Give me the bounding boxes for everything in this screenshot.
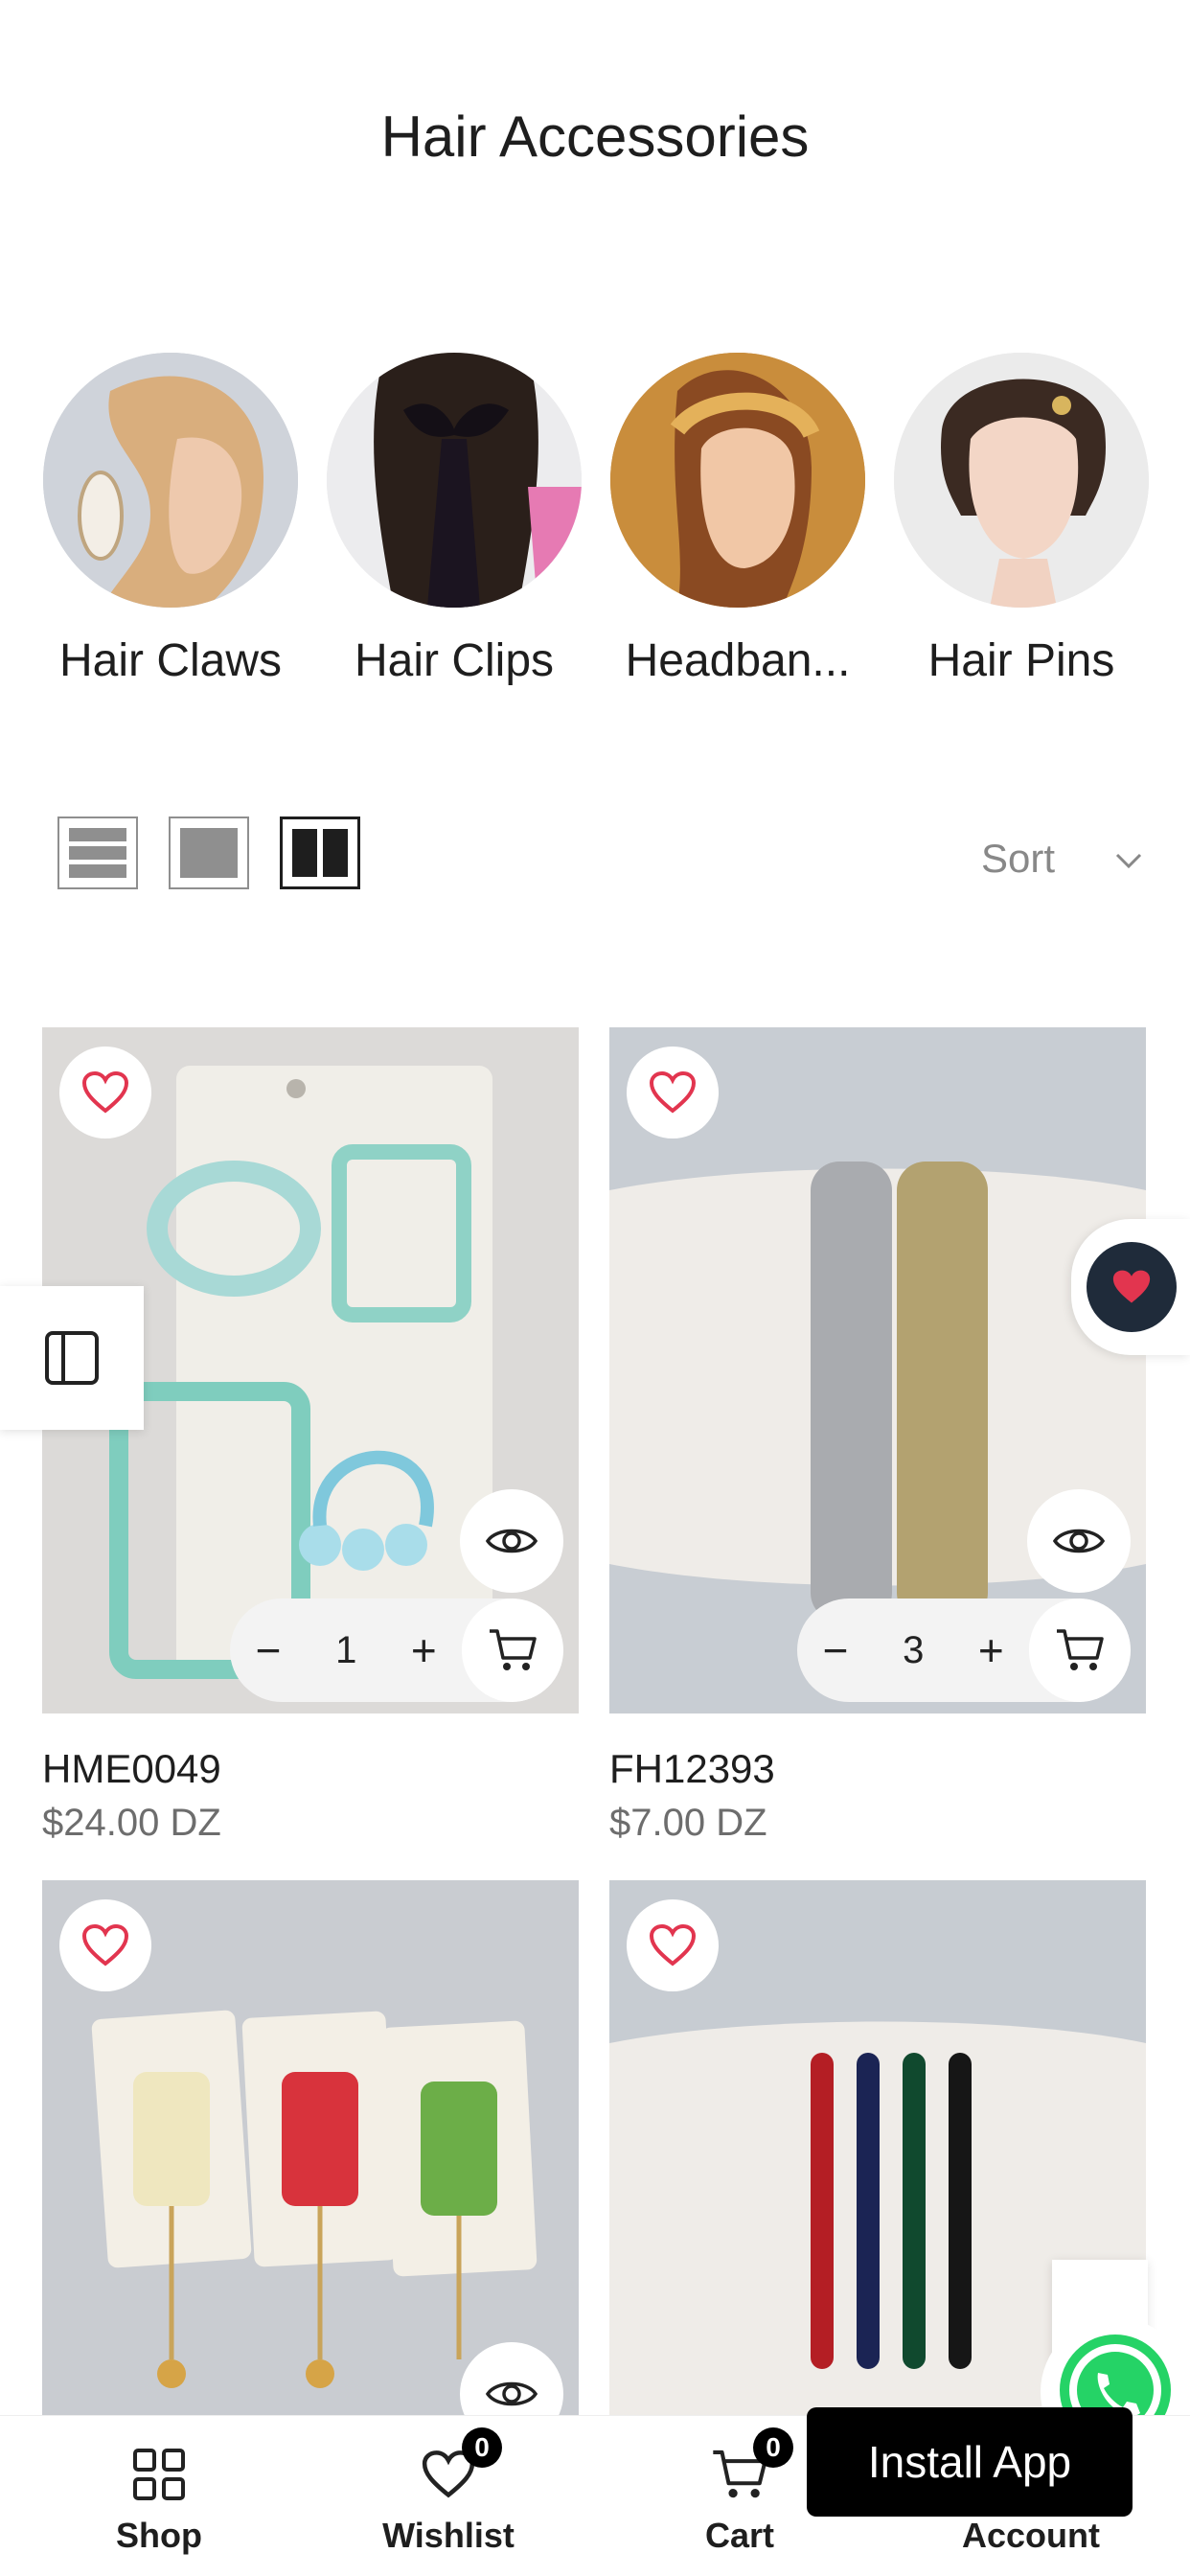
grid-1-view-button[interactable] bbox=[169, 816, 249, 889]
quantity-value: 3 bbox=[903, 1628, 925, 1671]
nav-cart-label: Cart bbox=[704, 2516, 775, 2555]
increase-quantity-button[interactable]: + bbox=[385, 1598, 462, 1702]
product-price: $24.00 DZ bbox=[42, 1802, 221, 1844]
sort-dropdown[interactable]: Sort bbox=[981, 836, 1055, 882]
product-image[interactable]: − 3 + bbox=[609, 1027, 1146, 1714]
add-to-cart-button[interactable] bbox=[1029, 1598, 1131, 1702]
wishlist-heart-button[interactable] bbox=[627, 1899, 719, 1991]
wishlist-heart-button[interactable] bbox=[627, 1046, 719, 1138]
product-name[interactable]: FH12393 bbox=[609, 1746, 1146, 1792]
grid-2-view-button[interactable] bbox=[280, 816, 360, 889]
page-title: Hair Accessories bbox=[380, 104, 810, 169]
wishlist-count-badge: 0 bbox=[462, 2427, 502, 2468]
nav-wishlist-label: Wishlist bbox=[382, 2516, 515, 2555]
category-hair-pins[interactable]: Hair Pins bbox=[878, 353, 1165, 687]
product-name[interactable]: HME0049 bbox=[42, 1746, 579, 1792]
floating-wishlist-button[interactable] bbox=[1087, 1242, 1177, 1332]
nav-shop-label: Shop bbox=[116, 2516, 202, 2555]
two-column-icon bbox=[292, 829, 348, 877]
category-label: Hair Pins bbox=[927, 635, 1115, 686]
heart-filled-icon bbox=[1112, 1270, 1151, 1303]
sidebar-icon bbox=[45, 1331, 99, 1385]
heart-icon bbox=[81, 1923, 129, 1966]
category-image bbox=[894, 353, 1149, 608]
cart-icon bbox=[1057, 1629, 1104, 1670]
increase-quantity-button[interactable]: + bbox=[952, 1598, 1029, 1702]
quick-view-button[interactable] bbox=[1027, 1489, 1131, 1593]
category-label: Hair Claws bbox=[58, 635, 283, 686]
eye-icon bbox=[1052, 1529, 1106, 1553]
cart-icon bbox=[490, 1629, 537, 1670]
category-image bbox=[43, 353, 298, 608]
category-headbands[interactable]: Headban... bbox=[594, 353, 881, 687]
category-label: Headban... bbox=[625, 635, 851, 686]
category-hair-clips[interactable]: Hair Clips bbox=[310, 353, 598, 687]
nav-wishlist[interactable]: 0 Wishlist bbox=[353, 2427, 544, 2556]
category-hair-claws[interactable]: Hair Claws bbox=[27, 353, 314, 687]
add-to-cart-button[interactable] bbox=[462, 1598, 563, 1702]
product-card[interactable]: − 3 + FH12393 $7.00 DZ bbox=[609, 1027, 1146, 1845]
wishlist-heart-button[interactable] bbox=[59, 1046, 151, 1138]
eye-icon bbox=[485, 1529, 538, 1553]
category-image bbox=[610, 353, 865, 608]
quantity-stepper[interactable]: − 1 + bbox=[230, 1598, 563, 1702]
product-card[interactable]: − 1 + HME0049 $24.00 DZ bbox=[42, 1027, 579, 1845]
quantity-value: 1 bbox=[335, 1628, 357, 1671]
list-view-button[interactable] bbox=[57, 816, 138, 889]
nav-shop[interactable]: Shop bbox=[63, 2441, 255, 2556]
category-label: Hair Clips bbox=[354, 635, 555, 686]
sidebar-toggle-button[interactable] bbox=[0, 1286, 144, 1430]
product-price: $7.00 DZ bbox=[609, 1802, 767, 1844]
chevron-down-icon[interactable] bbox=[1115, 847, 1142, 874]
heart-icon bbox=[649, 1923, 697, 1966]
heart-icon bbox=[81, 1070, 129, 1114]
quick-view-button[interactable] bbox=[460, 1489, 563, 1593]
floating-wishlist-tab[interactable] bbox=[1071, 1219, 1190, 1355]
grid-icon bbox=[133, 2449, 185, 2500]
cart-count-badge: 0 bbox=[753, 2427, 793, 2468]
nav-account-label: Account bbox=[962, 2516, 1100, 2555]
wishlist-heart-button[interactable] bbox=[59, 1899, 151, 1991]
heart-icon bbox=[649, 1070, 697, 1114]
list-view-icon bbox=[69, 828, 126, 878]
install-app-button[interactable]: Install App bbox=[807, 2407, 1133, 2517]
eye-icon bbox=[485, 2381, 538, 2406]
quantity-stepper[interactable]: − 3 + bbox=[797, 1598, 1131, 1702]
category-image bbox=[327, 353, 582, 608]
single-column-icon bbox=[180, 828, 238, 878]
